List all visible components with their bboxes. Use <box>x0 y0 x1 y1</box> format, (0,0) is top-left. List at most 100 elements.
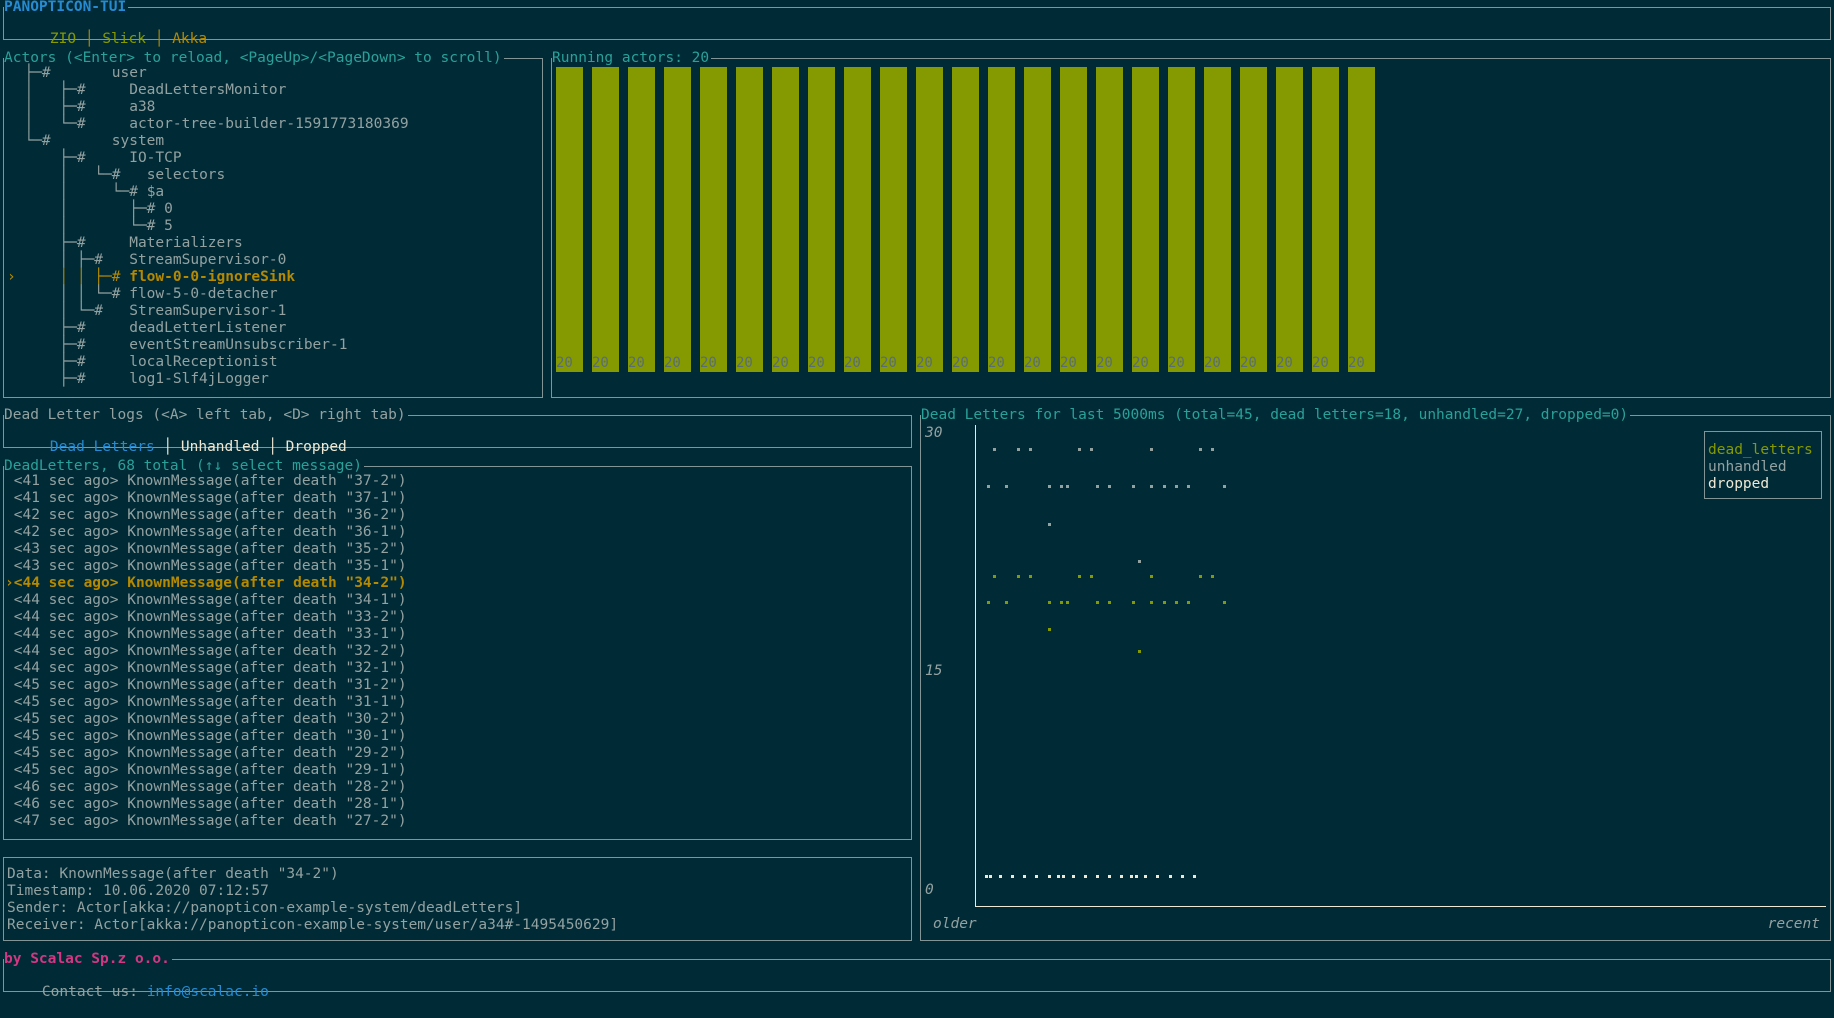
tree-node[interactable]: │ └─# $a <box>7 184 164 201</box>
tree-node[interactable]: │ ├─# StreamSupervisor-0 <box>7 252 286 269</box>
scatter-point-dropped <box>1083 874 1087 878</box>
tree-node-label: user <box>111 65 147 81</box>
dead-letter-item[interactable]: <44 sec ago> KnownMessage(after death "3… <box>5 592 407 609</box>
tree-node[interactable]: ├─# deadLetterListener <box>7 320 286 337</box>
dead-letter-item[interactable]: <45 sec ago> KnownMessage(after death "3… <box>5 711 407 728</box>
tree-node[interactable]: │ └─# actor-tree-builder-1591773180369 <box>7 116 408 133</box>
tree-node[interactable]: │ ├─# DeadLettersMonitor <box>7 82 286 99</box>
dead-letter-item[interactable]: <44 sec ago> KnownMessage(after death "3… <box>5 626 407 643</box>
bar-value-label: 20 <box>1096 355 1113 371</box>
tree-node[interactable]: ├─# eventStreamUnsubscriber-1 <box>7 337 347 354</box>
tree-node[interactable]: │ │ └─# flow-5-0-detacher <box>7 286 277 303</box>
dead-letter-text: <46 sec ago> KnownMessage(after death "2… <box>13 796 407 812</box>
tab-dead-letters[interactable]: Dead Letters <box>50 439 155 455</box>
dead-letter-text: <41 sec ago> KnownMessage(after death "3… <box>13 490 407 506</box>
tree-node[interactable]: ├─# user <box>7 65 147 82</box>
tree-node[interactable]: ├─# Materializers <box>7 235 242 252</box>
tree-node[interactable]: │ └─# selectors <box>7 167 225 184</box>
tree-node-label: DeadLettersMonitor <box>129 82 287 98</box>
running-actors-bar <box>1096 67 1123 372</box>
tree-node[interactable]: ├─# localReceptionist <box>7 354 277 371</box>
tab-unhandled[interactable]: Unhandled <box>181 439 260 455</box>
bar-value-label: 20 <box>772 355 789 371</box>
dead-letters-list-panel[interactable]: DeadLetters, 68 total (↑↓ select message… <box>3 457 912 840</box>
running-actors-bar <box>1132 67 1159 372</box>
dead-letter-item[interactable]: <45 sec ago> KnownMessage(after death "2… <box>5 762 407 779</box>
tree-node-label: 5 <box>164 218 173 234</box>
scatter-point-dropped <box>999 874 1003 878</box>
scatter-point-unhandled <box>1132 485 1136 489</box>
running-actors-bar <box>628 67 655 372</box>
tree-node[interactable]: ├─# log1-Slf4jLogger <box>7 371 269 388</box>
tree-node[interactable]: ├─# IO-TCP <box>7 150 181 167</box>
tree-node-selected[interactable]: › │ │ ├─# flow-0-0-ignoreSink <box>7 269 295 286</box>
scatter-point-dropped <box>1047 874 1051 878</box>
tree-branch: │ └─# <box>7 303 130 319</box>
tree-branch: │ └─# <box>7 116 130 132</box>
dead-letter-item[interactable]: <43 sec ago> KnownMessage(after death "3… <box>5 558 407 575</box>
scatter-point-dropped <box>1095 874 1099 878</box>
chart-legend: dead_letters unhandled dropped <box>1704 431 1822 499</box>
detail-receiver: Receiver: Actor[akka://panopticon-exampl… <box>7 917 619 933</box>
tab-akka[interactable]: Akka <box>172 31 207 47</box>
dead-letter-item[interactable]: <44 sec ago> KnownMessage(after death "3… <box>5 660 407 677</box>
dead-letter-item[interactable]: <45 sec ago> KnownMessage(after death "2… <box>5 745 407 762</box>
tree-node[interactable]: │ ├─# a38 <box>7 99 155 116</box>
scatter-point-unhandled <box>1150 485 1154 489</box>
running-actors-bar <box>808 67 835 372</box>
tree-node[interactable]: │ └─# StreamSupervisor-1 <box>7 303 286 320</box>
scatter-point-dropped <box>1144 874 1148 878</box>
scatter-point-unhandled <box>987 485 991 489</box>
app-header: PANOPTICON-TUI ZIO │ Slick │ Akka <box>3 0 1831 47</box>
bar-value-label: 20 <box>1348 355 1365 371</box>
tree-node[interactable]: │ └─# 5 <box>7 218 173 235</box>
dead-letter-text: <44 sec ago> KnownMessage(after death "3… <box>13 575 407 591</box>
tree-node[interactable]: └─# system <box>7 133 164 150</box>
tab-separator: │ <box>154 439 181 455</box>
scatter-point-dropped <box>1057 874 1061 878</box>
tab-zio[interactable]: ZIO <box>50 31 76 47</box>
dead-letter-item[interactable]: <46 sec ago> KnownMessage(after death "2… <box>5 779 407 796</box>
dead-letter-item[interactable]: <43 sec ago> KnownMessage(after death "3… <box>5 541 407 558</box>
dead-letter-item[interactable]: <47 sec ago> KnownMessage(after death "2… <box>5 813 407 830</box>
dead-letter-item[interactable]: <41 sec ago> KnownMessage(after death "3… <box>5 473 407 490</box>
running-actors-bar <box>1348 67 1375 372</box>
dead-letters-chart-title: Dead Letters for last 5000ms (total=45, … <box>921 406 1631 424</box>
tab-dropped[interactable]: Dropped <box>286 439 347 455</box>
tree-node-label: selectors <box>146 167 226 183</box>
selection-marker <box>5 524 14 540</box>
dead-letter-item[interactable]: <44 sec ago> KnownMessage(after death "3… <box>5 609 407 626</box>
dead-letter-item-selected[interactable]: ›<44 sec ago> KnownMessage(after death "… <box>5 575 407 592</box>
bar-value-label: 20 <box>808 355 825 371</box>
scatter-point-dead-letters <box>1150 575 1154 579</box>
bar-value-label: 20 <box>556 355 573 371</box>
dead-letter-item[interactable]: <45 sec ago> KnownMessage(after death "3… <box>5 728 407 745</box>
scatter-point-unhandled <box>1150 447 1154 451</box>
tree-branch: │ └─# <box>7 167 147 183</box>
tree-node[interactable]: │ ├─# 0 <box>7 201 173 218</box>
dead-letter-item[interactable]: <44 sec ago> KnownMessage(after death "3… <box>5 643 407 660</box>
tab-slick[interactable]: Slick <box>102 31 146 47</box>
scatter-point-unhandled <box>1198 447 1202 451</box>
dead-letter-item[interactable]: <41 sec ago> KnownMessage(after death "3… <box>5 490 407 507</box>
tree-node-label: a38 <box>129 99 156 115</box>
running-actors-bar <box>844 67 871 372</box>
dead-letter-item[interactable]: <42 sec ago> KnownMessage(after death "3… <box>5 524 407 541</box>
tree-node-label: log1-Slf4jLogger <box>129 371 269 387</box>
contact-email-link[interactable]: info@scalac.io <box>147 984 269 1000</box>
actors-panel[interactable]: Actors (<Enter> to reload, <PageUp>/<Pag… <box>3 49 543 398</box>
scatter-point-unhandled <box>1017 447 1021 451</box>
tree-node-label: deadLetterListener <box>129 320 287 336</box>
bar-value-label: 20 <box>1132 355 1149 371</box>
dead-letter-item[interactable]: <45 sec ago> KnownMessage(after death "3… <box>5 677 407 694</box>
tree-node-label: StreamSupervisor-1 <box>129 303 287 319</box>
bar-value-label: 20 <box>844 355 861 371</box>
dead-letter-item[interactable]: <45 sec ago> KnownMessage(after death "3… <box>5 694 407 711</box>
running-actors-title: Running actors: 20 <box>552 49 712 67</box>
dead-letter-item[interactable]: <46 sec ago> KnownMessage(after death "2… <box>5 796 407 813</box>
scatter-point-dead-letters <box>1017 575 1021 579</box>
dead-letter-item[interactable]: <42 sec ago> KnownMessage(after death "3… <box>5 507 407 524</box>
tree-node-label: 0 <box>164 201 173 217</box>
scatter-point-dead-letters <box>1029 575 1033 579</box>
tree-branch: └─# <box>7 133 112 149</box>
